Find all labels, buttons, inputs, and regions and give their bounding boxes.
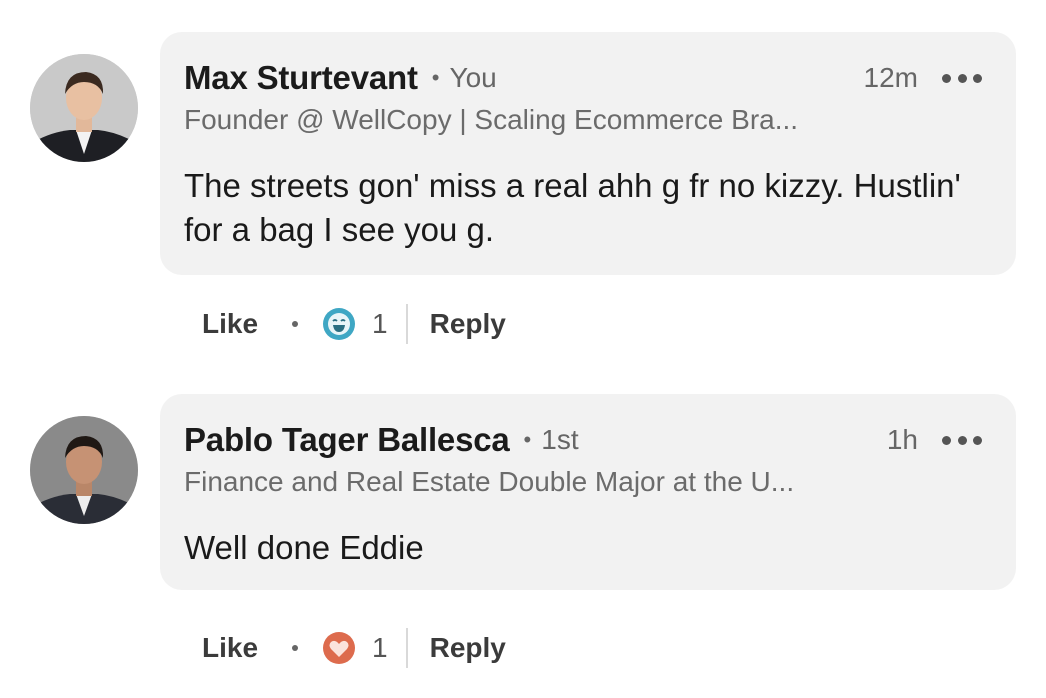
reply-button[interactable]: Reply <box>430 308 506 340</box>
timestamp: 1h <box>886 424 918 455</box>
comment-text: Well done Eddie <box>184 529 424 566</box>
comment-bubble: Pablo Tager Ballesca • 1st 1h Finance an… <box>160 394 1016 590</box>
separator-dot <box>292 321 299 327</box>
comment-text: The streets gon' miss a real ahh g fr no… <box>184 167 961 248</box>
like-button[interactable]: Like <box>202 308 258 340</box>
divider <box>405 628 408 668</box>
more-options-icon[interactable] <box>942 424 982 456</box>
separator-dot: • <box>523 427 532 452</box>
comment-actions: Like 1 Reply <box>202 628 506 668</box>
timestamp: 12m <box>863 62 918 93</box>
reaction-count[interactable]: 1 <box>372 308 388 340</box>
author-row: Max Sturtevant • You <box>184 58 497 98</box>
author-headline: Founder @ WellCopy | Scaling Ecommerce B… <box>184 104 799 135</box>
like-button[interactable]: Like <box>202 632 258 664</box>
divider <box>405 304 408 344</box>
author-headline: Finance and Real Estate Double Major at … <box>184 466 795 497</box>
author-name[interactable]: Max Sturtevant <box>184 59 418 97</box>
love-reaction-icon[interactable] <box>322 631 356 665</box>
connection-degree: 1st <box>541 424 579 455</box>
author-name[interactable]: Pablo Tager Ballesca <box>184 421 510 459</box>
connection-degree: You <box>449 62 497 93</box>
separator-dot: • <box>431 65 440 90</box>
comment-bubble: Max Sturtevant • You 12m Founder @ WellC… <box>160 32 1016 275</box>
author-row: Pablo Tager Ballesca • 1st <box>184 420 579 460</box>
avatar[interactable] <box>30 416 138 524</box>
avatar[interactable] <box>30 54 138 162</box>
separator-dot <box>292 645 299 651</box>
more-options-icon[interactable] <box>942 62 982 94</box>
funny-reaction-icon[interactable] <box>322 307 356 341</box>
comment-actions: Like 1 Reply <box>202 304 506 344</box>
reaction-count[interactable]: 1 <box>372 632 388 664</box>
reply-button[interactable]: Reply <box>430 632 506 664</box>
